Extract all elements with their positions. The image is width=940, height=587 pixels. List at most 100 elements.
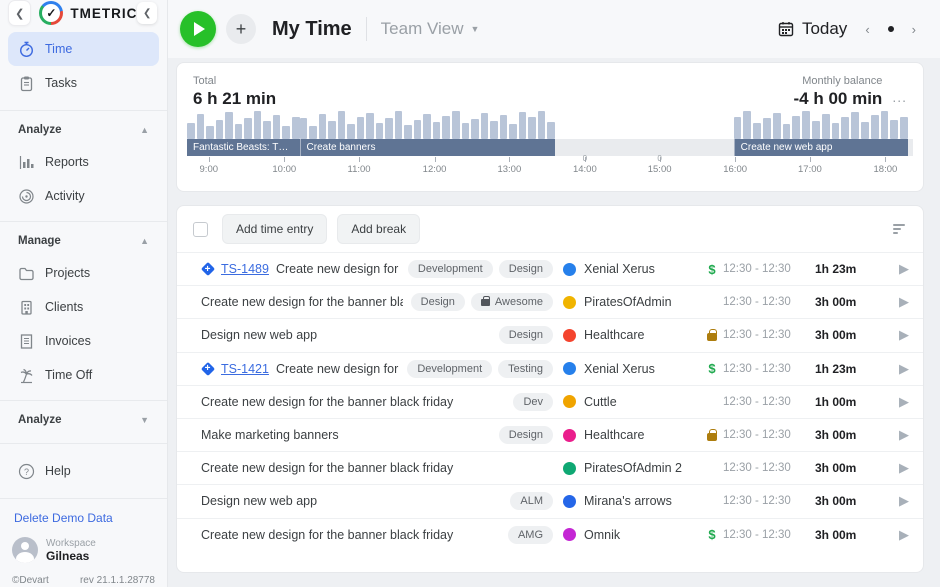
- time-entry-row[interactable]: Create new design for the banner black f…: [177, 518, 923, 551]
- sort-icon[interactable]: [893, 224, 905, 234]
- tag-design: Design: [499, 260, 553, 278]
- entry-title: Make marketing banners: [201, 428, 339, 442]
- section-title: Analyze: [18, 124, 61, 136]
- time-entry-row[interactable]: Make marketing bannersDesignHealthcare12…: [177, 418, 923, 451]
- select-all-checkbox[interactable]: [193, 222, 208, 237]
- entry-tags: Design: [499, 326, 553, 344]
- add-time-entry-quick-button[interactable]: +: [226, 14, 256, 44]
- activity-bar: [309, 126, 317, 140]
- timeline-segment-2[interactable]: Create new web app: [734, 139, 908, 156]
- workspace-switcher[interactable]: Workspace Gilneas: [12, 537, 155, 563]
- row-play-button[interactable]: ▶: [875, 327, 909, 343]
- tag-testing: Testing: [498, 360, 553, 378]
- time-entry-row[interactable]: Design new web appDesignHealthcare12:30 …: [177, 318, 923, 351]
- entry-title: Design new web app: [201, 328, 317, 342]
- entry-time-range: 12:30 - 12:30: [723, 462, 815, 474]
- back-button[interactable]: ❮: [8, 0, 31, 26]
- section-header-manage-1[interactable]: Manage▲: [8, 226, 159, 256]
- sidebar-item-projects[interactable]: Projects: [8, 256, 159, 290]
- timeline-segment-1[interactable]: Create banners: [300, 139, 556, 156]
- add-time-entry-button[interactable]: Add time entry: [222, 214, 327, 244]
- entry-project: Omnik: [563, 528, 701, 542]
- project-name: PiratesOfAdmin 2: [584, 461, 682, 475]
- tag-label: ALM: [520, 495, 543, 507]
- entry-duration: 1h 00m: [815, 395, 875, 409]
- timeline-bar-group-0: [187, 109, 300, 139]
- entry-time-range: 12:30 - 12:30: [723, 396, 815, 408]
- entry-title-cell: TS-1421 Create new design for the time ed…: [201, 362, 399, 376]
- row-play-button[interactable]: ▶: [875, 294, 909, 310]
- activity-bar: [395, 111, 403, 139]
- sidebar-item-time[interactable]: Time: [8, 32, 159, 66]
- date-picker-button[interactable]: Today: [778, 19, 847, 39]
- sidebar-item-activity[interactable]: Activity: [8, 179, 159, 213]
- sidebar-collapse-button[interactable]: ❮: [137, 2, 157, 24]
- entry-title-cell: Create new design for the banner black f…: [201, 461, 545, 475]
- row-play-button[interactable]: ▶: [875, 427, 909, 443]
- activity-bar: [292, 117, 300, 140]
- chevron-up-icon: ▲: [140, 236, 149, 246]
- row-play-button[interactable]: ▶: [875, 361, 909, 377]
- delete-demo-data-link[interactable]: Delete Demo Data: [14, 511, 155, 525]
- entry-duration: 3h 00m: [815, 328, 875, 342]
- entry-duration: 3h 00m: [815, 461, 875, 475]
- next-day-button[interactable]: ›: [908, 20, 920, 39]
- topbar: + My Time Team View ▼ Today ‹ ›: [168, 0, 940, 58]
- today-dot-button[interactable]: [888, 26, 894, 32]
- project-name: Mirana's arrows: [584, 494, 672, 508]
- row-play-button[interactable]: ▶: [875, 394, 909, 410]
- sidebar-item-invoices[interactable]: Invoices: [8, 324, 159, 358]
- sidebar-item-help[interactable]: ? Help: [8, 454, 159, 488]
- prev-day-button[interactable]: ‹: [861, 20, 873, 39]
- add-break-button[interactable]: Add break: [337, 214, 420, 244]
- tag-label: Development: [418, 263, 483, 275]
- activity-bar: [881, 111, 889, 140]
- sidebar-item-label: Reports: [45, 155, 89, 169]
- sidebar-item-time-off[interactable]: Time Off: [8, 358, 159, 392]
- sidebar-item-label: Projects: [45, 266, 90, 280]
- help-icon: ?: [18, 463, 35, 480]
- activity-bar: [871, 115, 879, 139]
- start-timer-button[interactable]: [180, 11, 216, 47]
- time-entry-row[interactable]: Create new design for the banner black f…: [177, 385, 923, 418]
- time-entry-row[interactable]: Design new web appALMMirana's arrows12:3…: [177, 484, 923, 517]
- entry-tags: AMG: [508, 526, 553, 544]
- activity-bar: [471, 119, 479, 139]
- row-play-button[interactable]: ▶: [875, 493, 909, 509]
- time-entry-row[interactable]: Create new design for the banner black f…: [177, 451, 923, 484]
- entry-time-range: 12:30 - 12:30: [723, 329, 815, 341]
- time-entry-row[interactable]: Create new design for the banner black f…: [177, 285, 923, 318]
- tab-team-view[interactable]: Team View ▼: [381, 19, 480, 39]
- activity-bar: [206, 126, 214, 140]
- hour-tick: [284, 157, 285, 162]
- section-header-analyze-0[interactable]: Analyze▲: [8, 115, 159, 145]
- sidebar-item-reports[interactable]: Reports: [8, 145, 159, 179]
- row-play-button[interactable]: ▶: [875, 527, 909, 543]
- project-name: Healthcare: [584, 428, 644, 442]
- tag-label: Design: [421, 296, 455, 308]
- folder-icon: [18, 265, 35, 282]
- activity-bar: [490, 121, 498, 139]
- entry-title: Create new design for the banner black f…: [201, 461, 453, 475]
- row-play-button[interactable]: ▶: [875, 460, 909, 476]
- summary-menu-button[interactable]: ...: [892, 89, 907, 109]
- time-entry-row[interactable]: TS-1489Create new design for the time ed…: [177, 252, 923, 285]
- sidebar-item-tasks[interactable]: Tasks: [8, 66, 159, 100]
- sidebar-footer: Delete Demo Data Workspace Gilneas ©Deva…: [0, 498, 167, 587]
- entry-title: Create new design for the time editor: [276, 362, 399, 376]
- timeline-chart[interactable]: Fantastic Beasts: The Crimes...Create ba…: [187, 109, 913, 183]
- activity-bar: [319, 114, 327, 140]
- ticket-link[interactable]: TS-1421: [221, 362, 269, 376]
- sidebar-item-clients[interactable]: Clients: [8, 290, 159, 324]
- entry-duration: 3h 00m: [815, 428, 875, 442]
- section-header-analyze-2[interactable]: Analyze▼: [8, 405, 159, 435]
- time-entry-row[interactable]: TS-1421 Create new design for the time ed…: [177, 352, 923, 385]
- ticket-link[interactable]: TS-1489: [221, 262, 269, 276]
- invoice-icon: [18, 333, 35, 350]
- hour-tick: [810, 157, 811, 162]
- row-play-button[interactable]: ▶: [875, 261, 909, 277]
- entry-title-cell: Make marketing banners: [201, 428, 491, 442]
- project-color-dot: [563, 495, 576, 508]
- timeline-bar-group-2: [734, 109, 908, 139]
- timeline-segment-0[interactable]: Fantastic Beasts: The Crimes...: [187, 139, 300, 156]
